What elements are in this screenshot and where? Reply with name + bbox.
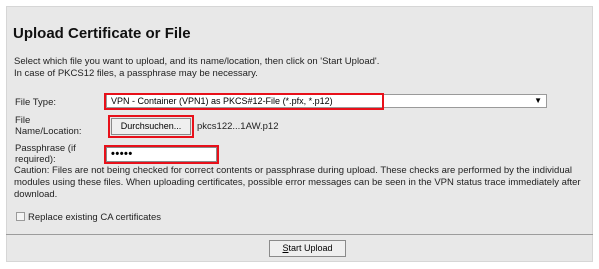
chevron-down-icon: ▼ [534, 96, 542, 105]
file-location-label: File Name/Location: [15, 115, 82, 137]
passphrase-label: Passphrase (if required): [15, 143, 76, 165]
divider [6, 234, 593, 235]
replace-ca-label: Replace existing CA certificates [28, 212, 162, 223]
intro-line-1: Select which file you want to upload, an… [14, 56, 380, 67]
passphrase-label-line-2: required): [15, 154, 56, 165]
passphrase-label-line-1: Passphrase (if [15, 143, 76, 154]
intro-text: Select which file you want to upload, an… [14, 56, 574, 80]
file-location-label-line-2: Name/Location: [15, 126, 82, 137]
intro-line-2: In case of PKCS12 files, a passphrase ma… [14, 68, 258, 79]
page-title: Upload Certificate or File [13, 25, 191, 42]
selected-filename: pkcs122...1AW.p12 [197, 121, 279, 132]
caution-text: Caution: Files are not being checked for… [14, 165, 581, 200]
passphrase-highlight [104, 145, 219, 164]
replace-ca-checkbox[interactable] [16, 212, 25, 221]
browse-highlight [108, 115, 194, 138]
file-location-label-line-1: File [15, 115, 31, 126]
file-type-label: File Type: [15, 97, 57, 108]
upload-panel [6, 6, 593, 262]
file-type-highlight [104, 93, 384, 110]
start-upload-button[interactable]: Start Upload [269, 240, 346, 257]
start-upload-label: Start Upload [282, 243, 333, 253]
